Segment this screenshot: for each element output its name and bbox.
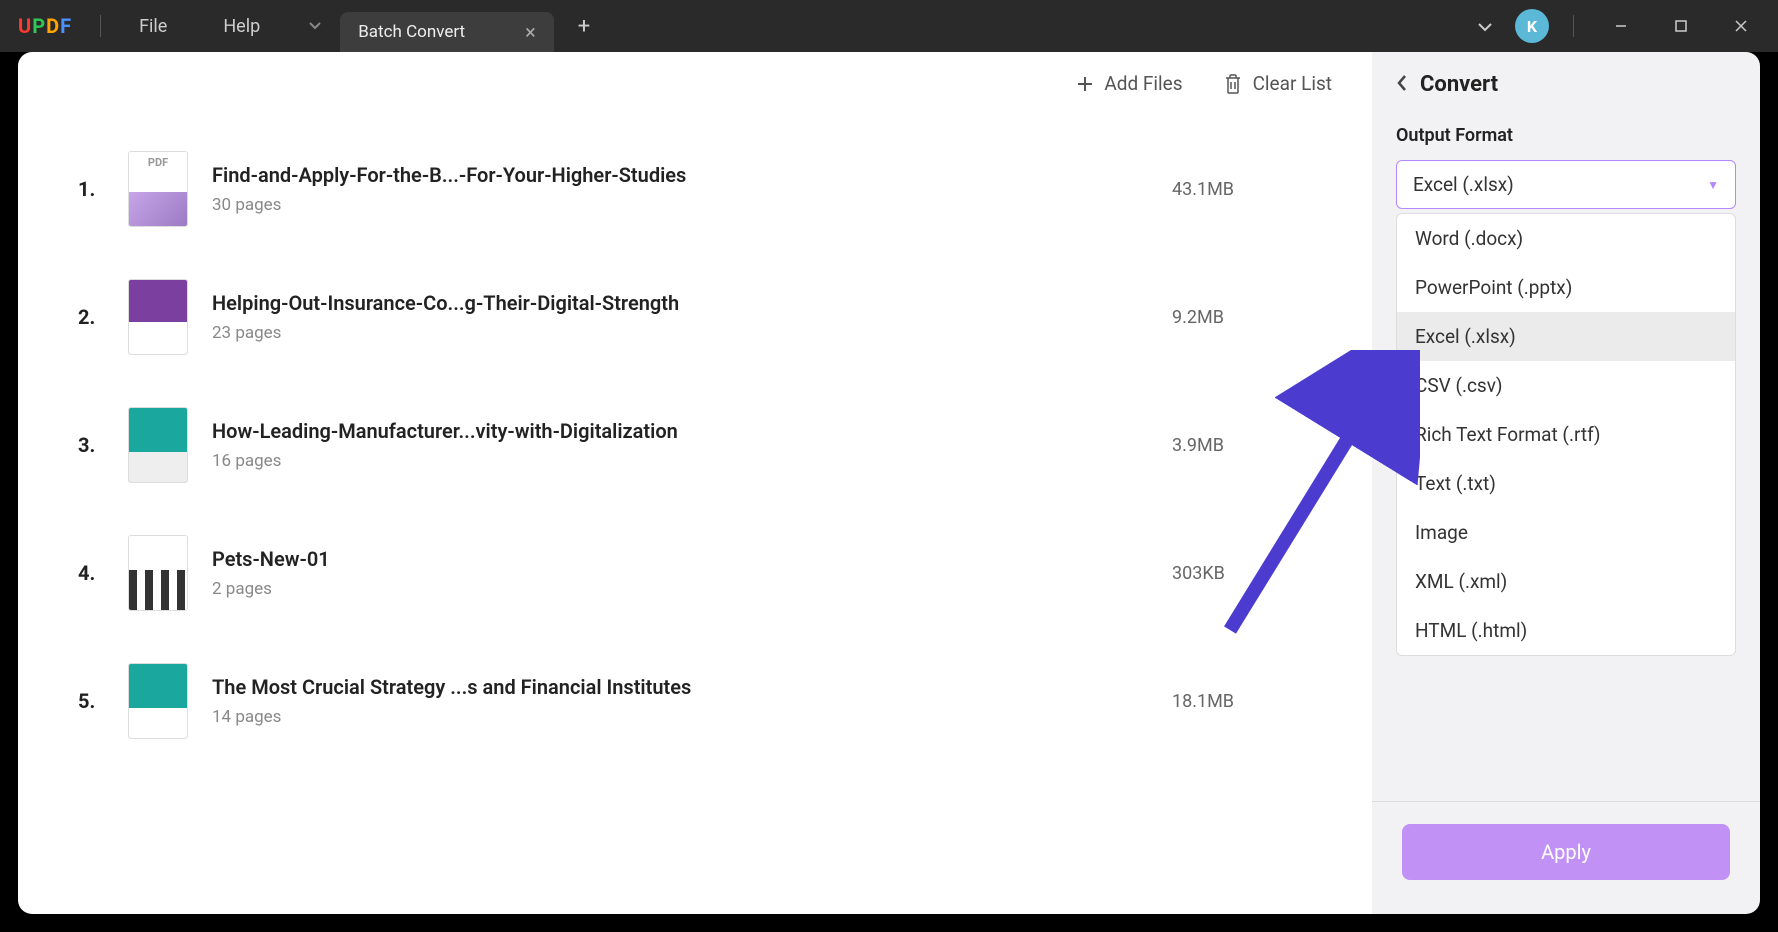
file-name: Find-and-Apply-For-the-B...-For-Your-Hig…: [212, 163, 1172, 187]
file-thumbnail: [128, 279, 188, 355]
file-row[interactable]: 4. Pets-New-01 2 pages303KB: [78, 509, 1312, 637]
file-pages: 14 pages: [212, 707, 1172, 727]
file-number: 1.: [78, 177, 128, 201]
file-info: Find-and-Apply-For-the-B...-For-Your-Hig…: [212, 163, 1172, 215]
file-number: 2.: [78, 305, 128, 329]
clear-list-label: Clear List: [1253, 72, 1332, 95]
menu-file[interactable]: File: [111, 16, 195, 37]
file-size: 303KB: [1172, 563, 1312, 584]
format-option[interactable]: HTML (.html): [1397, 606, 1735, 655]
file-info: The Most Crucial Strategy ...s and Finan…: [212, 675, 1172, 727]
format-option[interactable]: Rich Text Format (.rtf): [1397, 410, 1735, 459]
tab-batch-convert[interactable]: Batch Convert ×: [340, 12, 554, 52]
convert-panel: Convert Output Format Excel (.xlsx) ▼ Wo…: [1372, 52, 1760, 914]
file-pages: 23 pages: [212, 323, 1172, 343]
format-option[interactable]: PowerPoint (.pptx): [1397, 263, 1735, 312]
tab-dropdown[interactable]: [296, 7, 334, 45]
back-icon[interactable]: [1396, 73, 1408, 97]
divider: [100, 15, 101, 37]
file-size: 43.1MB: [1172, 179, 1312, 200]
output-format-select[interactable]: Excel (.xlsx) ▼: [1396, 160, 1736, 209]
add-files-button[interactable]: Add Files: [1076, 72, 1182, 95]
file-row[interactable]: 2. Helping-Out-Insurance-Co...g-Their-Dig…: [78, 253, 1312, 381]
file-row[interactable]: 1. Find-and-Apply-For-the-B...-For-Your-H…: [78, 125, 1312, 253]
plus-icon: [1076, 75, 1094, 93]
file-number: 4.: [78, 561, 128, 585]
file-number: 3.: [78, 433, 128, 457]
file-pages: 30 pages: [212, 195, 1172, 215]
file-thumbnail: [128, 535, 188, 611]
apply-button[interactable]: Apply: [1402, 824, 1730, 880]
panel-header: Convert: [1372, 52, 1760, 117]
file-thumbnail: [128, 663, 188, 739]
app-logo: UPDF: [0, 14, 90, 38]
file-pages: 16 pages: [212, 451, 1172, 471]
file-row[interactable]: 3. How-Leading-Manufacturer...vity-with-D…: [78, 381, 1312, 509]
file-thumbnail: [128, 151, 188, 227]
format-option[interactable]: CSV (.csv): [1397, 361, 1735, 410]
file-list: 1. Find-and-Apply-For-the-B...-For-Your-H…: [18, 95, 1372, 795]
main-panel: Add Files Clear List 1. Find-and-Apply-Fo…: [18, 52, 1372, 914]
format-option[interactable]: XML (.xml): [1397, 557, 1735, 606]
panel-body: Output Format Excel (.xlsx) ▼ Word (.doc…: [1372, 117, 1760, 801]
selected-format: Excel (.xlsx): [1413, 173, 1514, 196]
file-size: 18.1MB: [1172, 691, 1312, 712]
add-files-label: Add Files: [1104, 72, 1182, 95]
dropdown-arrow-icon: ▼: [1707, 178, 1719, 192]
divider: [1573, 15, 1574, 37]
format-option[interactable]: Image: [1397, 508, 1735, 557]
file-size: 3.9MB: [1172, 435, 1312, 456]
titlebar: UPDF File Help Batch Convert × + K: [0, 0, 1778, 52]
close-window-button[interactable]: [1718, 10, 1764, 42]
file-name: Pets-New-01: [212, 547, 1172, 571]
titlebar-right: K: [1469, 9, 1778, 43]
user-avatar[interactable]: K: [1515, 9, 1549, 43]
trash-icon: [1223, 73, 1243, 95]
file-info: Pets-New-01 2 pages: [212, 547, 1172, 599]
output-format-label: Output Format: [1396, 125, 1736, 146]
file-name: The Most Crucial Strategy ...s and Finan…: [212, 675, 1172, 699]
format-option[interactable]: Excel (.xlsx): [1397, 312, 1735, 361]
clear-list-button[interactable]: Clear List: [1223, 72, 1332, 95]
tab-title: Batch Convert: [358, 22, 465, 42]
file-number: 5.: [78, 689, 128, 713]
file-pages: 2 pages: [212, 579, 1172, 599]
file-row[interactable]: 5. The Most Crucial Strategy ...s and Fin…: [78, 637, 1312, 765]
format-option[interactable]: Text (.txt): [1397, 459, 1735, 508]
panel-title: Convert: [1420, 72, 1498, 97]
minimize-button[interactable]: [1598, 10, 1644, 42]
file-info: Helping-Out-Insurance-Co...g-Their-Digit…: [212, 291, 1172, 343]
maximize-button[interactable]: [1658, 10, 1704, 42]
file-size: 9.2MB: [1172, 307, 1312, 328]
format-dropdown: Word (.docx)PowerPoint (.pptx)Excel (.xl…: [1396, 213, 1736, 656]
file-thumbnail: [128, 407, 188, 483]
close-tab-icon[interactable]: ×: [525, 20, 536, 44]
file-toolbar: Add Files Clear List: [18, 52, 1372, 95]
chevron-down-icon[interactable]: [1469, 16, 1501, 37]
file-name: Helping-Out-Insurance-Co...g-Their-Digit…: [212, 291, 1172, 315]
file-info: How-Leading-Manufacturer...vity-with-Dig…: [212, 419, 1172, 471]
menu-help[interactable]: Help: [195, 16, 288, 37]
format-option[interactable]: Word (.docx): [1397, 214, 1735, 263]
workspace: Add Files Clear List 1. Find-and-Apply-Fo…: [0, 52, 1778, 932]
panel-footer: Apply: [1372, 801, 1760, 914]
file-name: How-Leading-Manufacturer...vity-with-Dig…: [212, 419, 1172, 443]
new-tab-button[interactable]: +: [568, 14, 600, 39]
